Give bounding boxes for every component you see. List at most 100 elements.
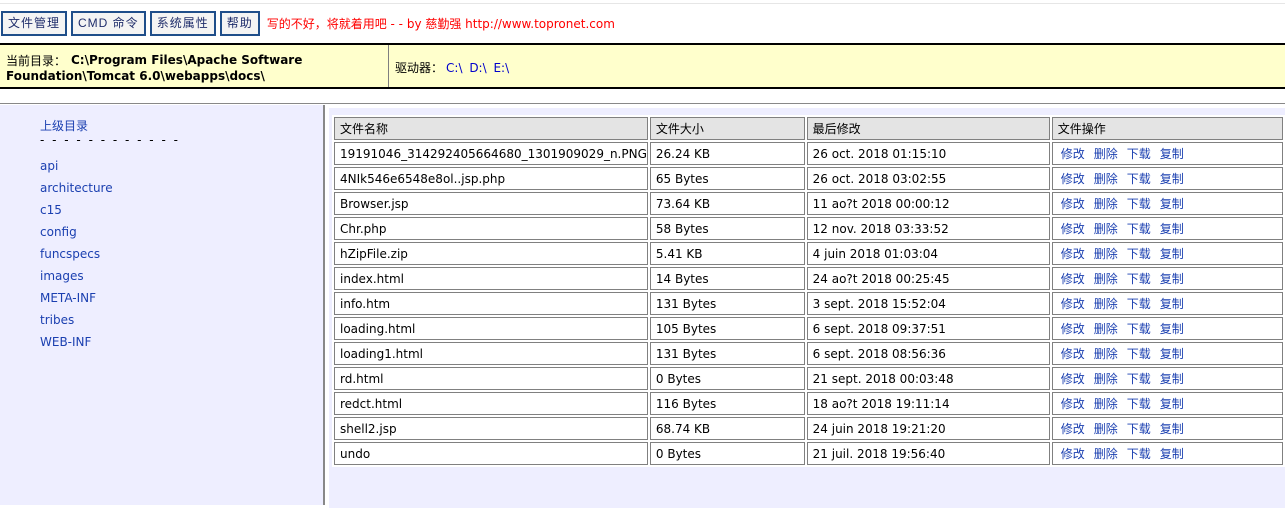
file-size-cell: 116 Bytes [649,392,805,415]
copy-link[interactable]: 复制 [1157,447,1184,461]
copy-link[interactable]: 复制 [1157,322,1184,336]
modified-date-cell: 4 juin 2018 01:03:04 [806,242,1050,265]
system-properties-button[interactable]: 系统属性 [149,11,216,36]
file-ops-cell: 修改 删除 下载 复制 [1051,292,1283,315]
delete-link[interactable]: 删除 [1091,147,1118,161]
file-size-cell: 0 Bytes [649,367,805,390]
dir-link-c15[interactable]: c15 [40,203,62,217]
delete-link[interactable]: 删除 [1091,297,1118,311]
download-link[interactable]: 下载 [1124,247,1151,261]
download-link[interactable]: 下载 [1124,297,1151,311]
modified-date-cell: 6 sept. 2018 08:56:36 [806,342,1050,365]
download-link[interactable]: 下载 [1124,322,1151,336]
file-ops-cell: 修改 删除 下载 复制 [1051,192,1283,215]
dir-link-meta-inf[interactable]: META-INF [40,291,96,305]
drive-d-link[interactable]: D:\ [469,61,486,75]
file-ops-cell: 修改 删除 下载 复制 [1051,167,1283,190]
copy-link[interactable]: 复制 [1157,422,1184,436]
edit-link[interactable]: 修改 [1058,197,1085,211]
download-link[interactable]: 下载 [1124,172,1151,186]
dir-link-images[interactable]: images [40,269,84,283]
edit-link[interactable]: 修改 [1058,297,1085,311]
toolbar: 文件管理 CMD 命令 系统属性 帮助 写的不好，将就着用吧 - - by 慈勤… [0,11,615,36]
header-last-modified: 最后修改 [806,117,1050,140]
copy-link[interactable]: 复制 [1157,297,1184,311]
drive-c-link[interactable]: C:\ [446,61,462,75]
copy-link[interactable]: 复制 [1157,147,1184,161]
download-link[interactable]: 下载 [1124,272,1151,286]
delete-link[interactable]: 删除 [1091,447,1118,461]
path-bar: 当前目录： C:\Program Files\Apache Software F… [0,43,1285,89]
download-link[interactable]: 下载 [1124,372,1151,386]
copy-link[interactable]: 复制 [1157,247,1184,261]
delete-link[interactable]: 删除 [1091,272,1118,286]
file-size-cell: 131 Bytes [649,342,805,365]
file-name-cell: shell2.jsp [334,417,648,440]
file-table: 文件名称 文件大小 最后修改 文件操作 19191046_31429240566… [332,115,1285,467]
dir-link-architecture[interactable]: architecture [40,181,113,195]
dir-link-web-inf[interactable]: WEB-INF [40,335,91,349]
edit-link[interactable]: 修改 [1058,422,1085,436]
download-link[interactable]: 下载 [1124,222,1151,236]
edit-link[interactable]: 修改 [1058,247,1085,261]
file-manager-button[interactable]: 文件管理 [1,11,68,36]
parent-dir-link[interactable]: 上级目录 [40,117,88,134]
table-row: shell2.jsp 68.74 KB 24 juin 2018 19:21:20 修… [334,417,1283,440]
download-link[interactable]: 下载 [1124,197,1151,211]
delete-link[interactable]: 删除 [1091,172,1118,186]
edit-link[interactable]: 修改 [1058,322,1085,336]
table-row: loading.html 105 Bytes 6 sept. 2018 09:37:… [334,317,1283,340]
delete-link[interactable]: 删除 [1091,397,1118,411]
dir-link-api[interactable]: api [40,159,58,173]
top-divider [0,3,1285,4]
file-size-cell: 105 Bytes [649,317,805,340]
dir-list: api architecture c15 config funcspecs im… [40,155,113,353]
edit-link[interactable]: 修改 [1058,172,1085,186]
delete-link[interactable]: 删除 [1091,322,1118,336]
cmd-button[interactable]: CMD 命令 [71,11,146,36]
copy-link[interactable]: 复制 [1157,397,1184,411]
edit-link[interactable]: 修改 [1058,147,1085,161]
slogan: 写的不好，将就着用吧 - - by 慈勤强 http://www.toprone… [266,17,615,31]
delete-link[interactable]: 删除 [1091,247,1118,261]
table-row: index.html 14 Bytes 24 ao?t 2018 00:25:45 修… [334,267,1283,290]
download-link[interactable]: 下载 [1124,422,1151,436]
dir-link-config[interactable]: config [40,225,77,239]
delete-link[interactable]: 删除 [1091,422,1118,436]
help-button[interactable]: 帮助 [219,11,260,36]
download-link[interactable]: 下载 [1124,447,1151,461]
table-row: 19191046_314292405664680_1301909029_n.PN… [334,142,1283,165]
dir-link-funcspecs[interactable]: funcspecs [40,247,100,261]
download-link[interactable]: 下载 [1124,347,1151,361]
copy-link[interactable]: 复制 [1157,172,1184,186]
edit-link[interactable]: 修改 [1058,272,1085,286]
dir-link-tribes[interactable]: tribes [40,313,74,327]
file-ops-cell: 修改 删除 下载 复制 [1051,342,1283,365]
copy-link[interactable]: 复制 [1157,372,1184,386]
edit-link[interactable]: 修改 [1058,222,1085,236]
download-link[interactable]: 下载 [1124,147,1151,161]
edit-link[interactable]: 修改 [1058,397,1085,411]
table-row: rd.html 0 Bytes 21 sept. 2018 00:03:48 修改 删除… [334,367,1283,390]
delete-link[interactable]: 删除 [1091,372,1118,386]
copy-link[interactable]: 复制 [1157,272,1184,286]
copy-link[interactable]: 复制 [1157,197,1184,211]
copy-link[interactable]: 复制 [1157,347,1184,361]
file-name-cell: 19191046_314292405664680_1301909029_n.PN… [334,142,648,165]
edit-link[interactable]: 修改 [1058,347,1085,361]
download-link[interactable]: 下载 [1124,397,1151,411]
delete-link[interactable]: 删除 [1091,347,1118,361]
edit-link[interactable]: 修改 [1058,372,1085,386]
list-item: funcspecs [40,243,113,265]
file-name-cell: Browser.jsp [334,192,648,215]
drive-e-link[interactable]: E:\ [493,61,509,75]
file-name-cell: rd.html [334,367,648,390]
file-size-cell: 58 Bytes [649,217,805,240]
delete-link[interactable]: 删除 [1091,222,1118,236]
list-item: architecture [40,177,113,199]
delete-link[interactable]: 删除 [1091,197,1118,211]
table-row: Browser.jsp 73.64 KB 11 ao?t 2018 00:00:12… [334,192,1283,215]
copy-link[interactable]: 复制 [1157,222,1184,236]
modified-date-cell: 26 oct. 2018 01:15:10 [806,142,1050,165]
edit-link[interactable]: 修改 [1058,447,1085,461]
